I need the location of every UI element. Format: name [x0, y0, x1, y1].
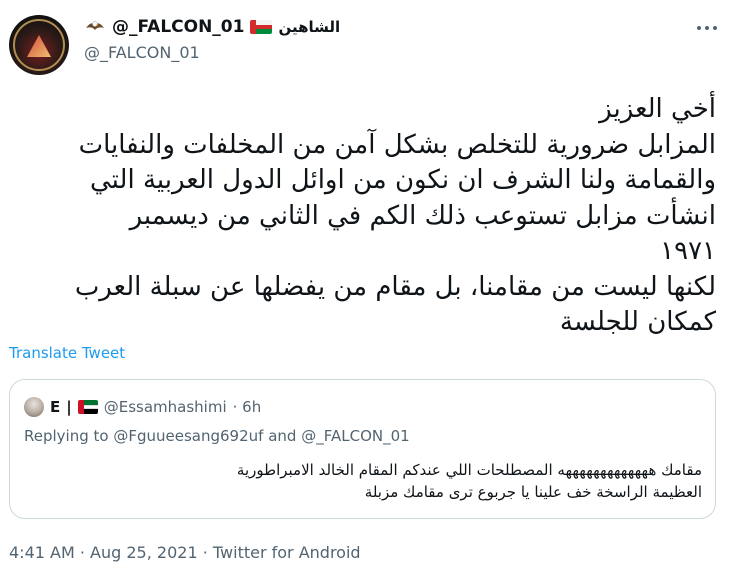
author-avatar[interactable]: [9, 15, 69, 75]
quote-author-name: E: [50, 398, 61, 416]
tweet-line: كمكان للجلسة: [559, 307, 716, 337]
meta-separator: ·: [79, 543, 85, 562]
tweet-source[interactable]: Twitter for Android: [213, 543, 361, 562]
reply-mention-2[interactable]: @_FALCON_01: [301, 427, 409, 445]
tweet-date[interactable]: Aug 25, 2021: [90, 543, 198, 562]
quote-header: E | @Essamhashimi · 6h: [24, 397, 261, 417]
tweet-line: والقمامة ولنا الشرف ان نكون من اوائل الد…: [90, 165, 716, 195]
uae-flag-icon: [77, 400, 98, 414]
quote-name-separator: |: [66, 398, 72, 416]
author-handle[interactable]: @_FALCON_01: [84, 43, 200, 62]
meta-separator: ·: [202, 543, 208, 562]
replying-to: Replying to @Fguueesang692uf and @_FALCO…: [24, 427, 410, 445]
quoted-tweet[interactable]: E | @Essamhashimi · 6h Replying to @Fguu…: [9, 379, 716, 519]
quote-handle: @Essamhashimi: [103, 398, 227, 416]
replying-prefix: Replying to: [24, 427, 109, 445]
quote-line: العظيمة الراسخة خف علينا يا جربوع ترى مق…: [364, 483, 702, 501]
reply-and: and: [268, 427, 297, 445]
tweet-line: ١٩٧١: [660, 236, 716, 266]
quote-text: مقامك هههههههههههههه المصطلحات اللي عندك…: [24, 459, 702, 503]
author-name-row[interactable]: @_FALCON_01 الشاهين: [84, 15, 340, 39]
author-arabic-name: الشاهين: [278, 18, 341, 36]
tweet-line: لكنها ليست من مقامنا، بل مقام من يفضلها …: [74, 271, 716, 302]
quote-timestamp: · 6h: [232, 398, 262, 416]
eagle-icon: [84, 18, 106, 36]
tweet-line: أخي العزيز: [599, 94, 716, 124]
tweet-text: أخي العزيز المزابل ضرورية للتخلص بشكل آم…: [10, 92, 716, 341]
tweet-time[interactable]: 4:41 AM: [9, 543, 75, 562]
quote-line: مقامك هههههههههههههه المصطلحات اللي عندك…: [236, 461, 702, 479]
tweet-metadata: 4:41 AM · Aug 25, 2021 · Twitter for And…: [9, 543, 361, 562]
tweet-line: المزابل ضرورية للتخلص بشكل آمن من المخلف…: [78, 129, 716, 160]
quote-avatar[interactable]: [24, 397, 44, 417]
reply-mention-1[interactable]: @Fguueesang692uf: [113, 427, 263, 445]
oman-flag-icon: [250, 20, 273, 34]
tweet-line: انشأت مزابل تستوعب ذلك الكم في الثاني من…: [129, 200, 716, 231]
more-options-icon[interactable]: [697, 22, 721, 34]
translate-tweet-link[interactable]: Translate Tweet: [9, 344, 125, 362]
author-display-name: @_FALCON_01: [112, 17, 245, 37]
